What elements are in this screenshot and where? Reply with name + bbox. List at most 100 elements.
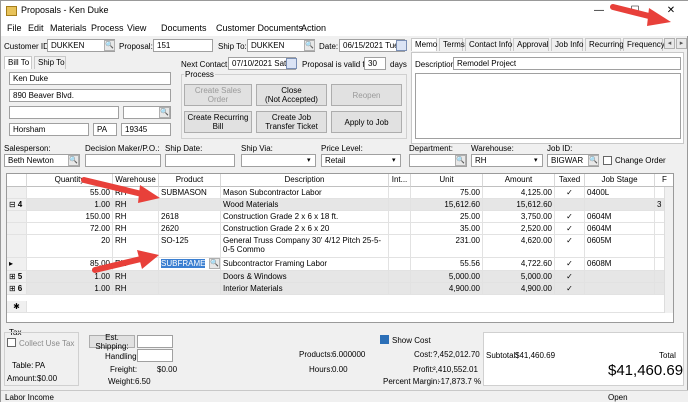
tab-scroll-right-icon[interactable]: ▸ bbox=[676, 38, 687, 49]
handling-field[interactable] bbox=[137, 349, 173, 362]
create-sales-order-button[interactable]: Create Sales Order bbox=[184, 84, 252, 106]
cell-product[interactable]: SUBMASON bbox=[159, 187, 221, 199]
cell-product[interactable] bbox=[159, 271, 221, 283]
tab-scroll-left-icon[interactable]: ◂ bbox=[664, 38, 675, 49]
table-row[interactable]: 72.00 RH 2620 Construction Grade 2 x 6 x 20… bbox=[7, 223, 673, 235]
cell-description[interactable]: Doors & Windows bbox=[221, 271, 389, 283]
decision-maker-field[interactable] bbox=[85, 154, 161, 167]
cell-quantity[interactable]: 72.00 bbox=[27, 223, 113, 235]
collect-use-tax-checkbox[interactable] bbox=[7, 338, 16, 347]
cell-unit[interactable]: 4,900.00 bbox=[411, 283, 483, 295]
change-order-checkbox[interactable] bbox=[603, 156, 612, 165]
col-amount[interactable]: Amount bbox=[483, 174, 555, 187]
create-recurring-bill-button[interactable]: Create Recurring Bill bbox=[184, 111, 252, 133]
address-street-field[interactable]: 890 Beaver Blvd. bbox=[9, 89, 171, 102]
cell-product[interactable] bbox=[159, 283, 221, 295]
reopen-button[interactable]: Reopen bbox=[331, 84, 402, 106]
cell-unit[interactable]: 5,000.00 bbox=[411, 271, 483, 283]
address-state-field[interactable]: PA bbox=[93, 123, 117, 136]
cell-description[interactable]: Construction Grade 2 x 6 x 18 ft. bbox=[221, 211, 389, 223]
cell-job-stage[interactable]: 0604M bbox=[585, 211, 655, 223]
tab-frequency[interactable]: Frequency bbox=[623, 38, 665, 51]
cell-taxed[interactable]: ✓ bbox=[555, 258, 585, 271]
cell-int[interactable] bbox=[389, 271, 411, 283]
valid-days-field[interactable]: 30 bbox=[364, 57, 386, 70]
cell-taxed[interactable]: ✓ bbox=[555, 187, 585, 199]
expand-icon[interactable]: ⊞ bbox=[9, 272, 16, 281]
row-header[interactable]: ▸ bbox=[7, 258, 27, 271]
menu-edit[interactable]: Edit bbox=[28, 23, 44, 33]
tab-bill-to[interactable]: Bill To bbox=[4, 56, 32, 69]
price-level-select[interactable]: Retail bbox=[321, 154, 401, 167]
cell-unit[interactable]: 75.00 bbox=[411, 187, 483, 199]
new-row-cells[interactable] bbox=[27, 301, 673, 313]
price-level-chevron-down-icon[interactable]: ▾ bbox=[392, 156, 396, 164]
department-search-icon[interactable]: 🔍 bbox=[455, 155, 466, 166]
cell-description[interactable]: Mason Subcontractor Labor bbox=[221, 187, 389, 199]
cell-description[interactable]: Subcontractor Framing Labor bbox=[221, 258, 389, 271]
est-shipping-field[interactable] bbox=[137, 335, 173, 348]
ship-to-search-icon[interactable]: 🔍 bbox=[304, 40, 315, 51]
cell-product[interactable]: SO-125 bbox=[159, 235, 221, 258]
tab-terms[interactable]: Terms bbox=[439, 38, 465, 51]
row-header[interactable] bbox=[7, 235, 27, 258]
cell-amount[interactable]: 15,612.60 bbox=[483, 199, 555, 211]
cell-amount[interactable]: 4,620.00 bbox=[483, 235, 555, 258]
cell-int[interactable] bbox=[389, 235, 411, 258]
cell-taxed[interactable]: ✓ bbox=[555, 283, 585, 295]
cell-warehouse[interactable]: RH bbox=[113, 211, 159, 223]
cell-amount[interactable]: 3,750.00 bbox=[483, 211, 555, 223]
col-unit[interactable]: Unit bbox=[411, 174, 483, 187]
row-header[interactable] bbox=[7, 223, 27, 235]
salesperson-search-icon[interactable]: 🔍 bbox=[68, 155, 79, 166]
menu-process[interactable]: Process bbox=[91, 23, 124, 33]
customer-search-icon[interactable]: 🔍 bbox=[104, 40, 115, 51]
show-cost-checkbox[interactable] bbox=[380, 335, 389, 344]
menu-materials[interactable]: Materials bbox=[50, 23, 87, 33]
ship-via-select[interactable] bbox=[241, 154, 316, 167]
cell-amount[interactable]: 2,520.00 bbox=[483, 223, 555, 235]
cell-int[interactable] bbox=[389, 223, 411, 235]
cell-amount[interactable]: 5,000.00 bbox=[483, 271, 555, 283]
col-product[interactable]: Product bbox=[159, 174, 221, 187]
cell-job-stage[interactable]: 0400L bbox=[585, 187, 655, 199]
row-header[interactable] bbox=[7, 187, 27, 199]
cell-amount[interactable]: 4,125.00 bbox=[483, 187, 555, 199]
cell-int[interactable] bbox=[389, 187, 411, 199]
cell-int[interactable] bbox=[389, 283, 411, 295]
description-field[interactable]: Remodel Project bbox=[453, 57, 681, 70]
cell-amount[interactable]: 4,722.60 bbox=[483, 258, 555, 271]
est-shipping-button[interactable]: Est. Shipping: bbox=[89, 333, 135, 351]
cell-job-stage[interactable] bbox=[585, 271, 655, 283]
warehouse-chevron-down-icon[interactable]: ▾ bbox=[534, 156, 538, 164]
job-id-search-icon[interactable]: 🔍 bbox=[588, 155, 599, 166]
cell-quantity[interactable]: 150.00 bbox=[27, 211, 113, 223]
col-taxed[interactable]: Taxed bbox=[555, 174, 585, 187]
cell-warehouse[interactable]: RH bbox=[113, 283, 159, 295]
menu-action[interactable]: Action bbox=[301, 23, 326, 33]
menu-customer-documents[interactable]: Customer Documents bbox=[216, 23, 303, 33]
row-header[interactable]: ⊟ 4 bbox=[7, 199, 27, 211]
row-header[interactable]: ⊞ 5 bbox=[7, 271, 27, 283]
apply-to-job-button[interactable]: Apply to Job bbox=[331, 111, 402, 133]
cell-int[interactable] bbox=[389, 211, 411, 223]
tab-ship-to[interactable]: Ship To bbox=[34, 56, 66, 69]
cell-int[interactable] bbox=[389, 258, 411, 271]
warehouse-select[interactable]: RH bbox=[471, 154, 543, 167]
cell-unit[interactable]: 231.00 bbox=[411, 235, 483, 258]
cell-product[interactable] bbox=[159, 199, 221, 211]
expand-icon[interactable]: ⊞ bbox=[9, 284, 16, 293]
address-line3-field[interactable] bbox=[9, 106, 119, 119]
tab-recurring[interactable]: Recurring bbox=[585, 38, 624, 51]
cell-taxed[interactable]: ✓ bbox=[555, 223, 585, 235]
cell-unit[interactable]: 35.00 bbox=[411, 223, 483, 235]
cell-int[interactable] bbox=[389, 199, 411, 211]
collapse-icon[interactable]: ⊟ bbox=[9, 200, 16, 209]
cell-unit[interactable]: 25.00 bbox=[411, 211, 483, 223]
cell-taxed[interactable]: ✓ bbox=[555, 271, 585, 283]
cell-description[interactable]: Wood Materials bbox=[221, 199, 389, 211]
tab-job-info[interactable]: Job Info bbox=[551, 38, 583, 51]
menu-view[interactable]: View bbox=[127, 23, 146, 33]
product-search-icon[interactable]: 🔍 bbox=[209, 258, 220, 269]
cell-warehouse[interactable]: RH bbox=[113, 223, 159, 235]
